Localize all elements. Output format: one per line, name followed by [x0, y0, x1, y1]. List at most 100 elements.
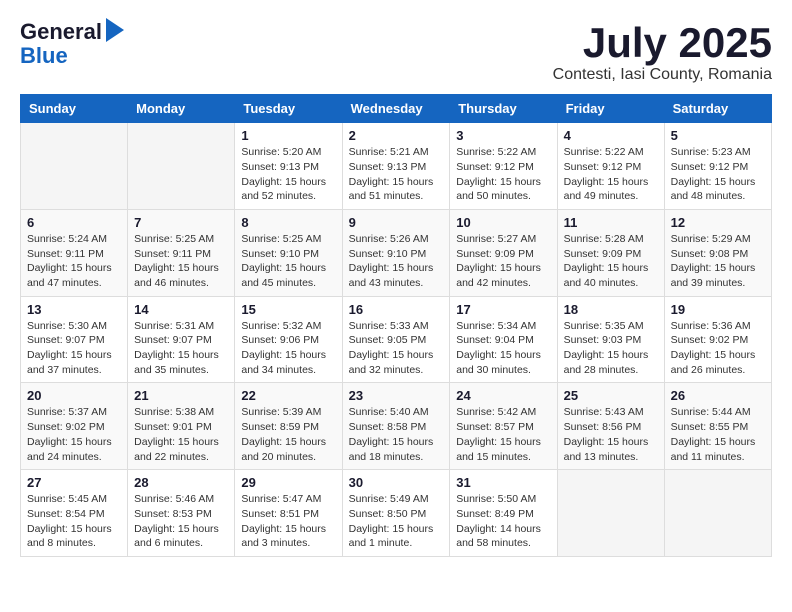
day-info: Sunrise: 5:22 AM Sunset: 9:12 PM Dayligh…: [564, 145, 658, 204]
day-number: 5: [671, 128, 765, 143]
page-header: General Blue July 2025 Contesti, Iasi Co…: [20, 20, 772, 84]
calendar-cell: 18 Sunrise: 5:35 AM Sunset: 9:03 PM Dayli…: [557, 296, 664, 383]
day-number: 21: [134, 388, 228, 403]
calendar-cell: 30 Sunrise: 5:49 AM Sunset: 8:50 PM Dayli…: [342, 470, 450, 557]
day-number: 12: [671, 215, 765, 230]
day-number: 15: [241, 302, 335, 317]
logo-blue: Blue: [20, 44, 124, 68]
location-subtitle: Contesti, Iasi County, Romania: [553, 66, 772, 84]
day-number: 19: [671, 302, 765, 317]
calendar-cell: 12 Sunrise: 5:29 AM Sunset: 9:08 PM Dayli…: [664, 209, 771, 296]
day-info: Sunrise: 5:32 AM Sunset: 9:06 PM Dayligh…: [241, 319, 335, 378]
day-number: 14: [134, 302, 228, 317]
day-info: Sunrise: 5:26 AM Sunset: 9:10 PM Dayligh…: [349, 232, 444, 291]
day-number: 26: [671, 388, 765, 403]
day-number: 27: [27, 475, 121, 490]
day-number: 7: [134, 215, 228, 230]
calendar-cell: 24 Sunrise: 5:42 AM Sunset: 8:57 PM Dayli…: [450, 383, 557, 470]
day-info: Sunrise: 5:43 AM Sunset: 8:56 PM Dayligh…: [564, 405, 658, 464]
day-info: Sunrise: 5:25 AM Sunset: 9:11 PM Dayligh…: [134, 232, 228, 291]
day-info: Sunrise: 5:40 AM Sunset: 8:58 PM Dayligh…: [349, 405, 444, 464]
day-info: Sunrise: 5:44 AM Sunset: 8:55 PM Dayligh…: [671, 405, 765, 464]
day-info: Sunrise: 5:37 AM Sunset: 9:02 PM Dayligh…: [27, 405, 121, 464]
calendar-week-row: 27 Sunrise: 5:45 AM Sunset: 8:54 PM Dayli…: [21, 470, 772, 557]
day-number: 25: [564, 388, 658, 403]
calendar-cell: 10 Sunrise: 5:27 AM Sunset: 9:09 PM Dayli…: [450, 209, 557, 296]
logo-general: General: [20, 20, 102, 44]
calendar-cell: 28 Sunrise: 5:46 AM Sunset: 8:53 PM Dayli…: [128, 470, 235, 557]
calendar-cell: 17 Sunrise: 5:34 AM Sunset: 9:04 PM Dayli…: [450, 296, 557, 383]
month-year-title: July 2025: [553, 20, 772, 66]
calendar-cell: 11 Sunrise: 5:28 AM Sunset: 9:09 PM Dayli…: [557, 209, 664, 296]
day-info: Sunrise: 5:29 AM Sunset: 9:08 PM Dayligh…: [671, 232, 765, 291]
day-info: Sunrise: 5:33 AM Sunset: 9:05 PM Dayligh…: [349, 319, 444, 378]
calendar-cell: 8 Sunrise: 5:25 AM Sunset: 9:10 PM Daylig…: [235, 209, 342, 296]
day-number: 18: [564, 302, 658, 317]
day-number: 10: [456, 215, 550, 230]
calendar-cell: [21, 123, 128, 210]
day-info: Sunrise: 5:49 AM Sunset: 8:50 PM Dayligh…: [349, 492, 444, 551]
day-number: 23: [349, 388, 444, 403]
day-info: Sunrise: 5:27 AM Sunset: 9:09 PM Dayligh…: [456, 232, 550, 291]
calendar-cell: 29Sunrise: 5:47 AM Sunset: 8:51 PM Dayli…: [235, 470, 342, 557]
day-info: Sunrise: 5:20 AM Sunset: 9:13 PM Dayligh…: [241, 145, 335, 204]
calendar-cell: 20 Sunrise: 5:37 AM Sunset: 9:02 PM Dayli…: [21, 383, 128, 470]
weekday-header-saturday: Saturday: [664, 95, 771, 123]
day-info: Sunrise: 5:45 AM Sunset: 8:54 PM Dayligh…: [27, 492, 121, 551]
day-info: Sunrise: 5:36 AM Sunset: 9:02 PM Dayligh…: [671, 319, 765, 378]
day-info: Sunrise: 5:28 AM Sunset: 9:09 PM Dayligh…: [564, 232, 658, 291]
calendar-cell: 23 Sunrise: 5:40 AM Sunset: 8:58 PM Dayli…: [342, 383, 450, 470]
calendar-cell: 13 Sunrise: 5:30 AM Sunset: 9:07 PM Dayli…: [21, 296, 128, 383]
weekday-header-thursday: Thursday: [450, 95, 557, 123]
calendar-cell: 16Sunrise: 5:33 AM Sunset: 9:05 PM Dayli…: [342, 296, 450, 383]
day-number: 13: [27, 302, 121, 317]
weekday-header-wednesday: Wednesday: [342, 95, 450, 123]
day-number: 17: [456, 302, 550, 317]
calendar-table: SundayMondayTuesdayWednesdayThursdayFrid…: [20, 94, 772, 557]
day-number: 1: [241, 128, 335, 143]
day-info: Sunrise: 5:25 AM Sunset: 9:10 PM Dayligh…: [241, 232, 335, 291]
calendar-cell: 9Sunrise: 5:26 AM Sunset: 9:10 PM Daylig…: [342, 209, 450, 296]
day-number: 8: [241, 215, 335, 230]
day-info: Sunrise: 5:50 AM Sunset: 8:49 PM Dayligh…: [456, 492, 550, 551]
calendar-cell: 6Sunrise: 5:24 AM Sunset: 9:11 PM Daylig…: [21, 209, 128, 296]
weekday-header-monday: Monday: [128, 95, 235, 123]
weekday-header-friday: Friday: [557, 95, 664, 123]
day-info: Sunrise: 5:23 AM Sunset: 9:12 PM Dayligh…: [671, 145, 765, 204]
calendar-cell: 22Sunrise: 5:39 AM Sunset: 8:59 PM Dayli…: [235, 383, 342, 470]
day-info: Sunrise: 5:35 AM Sunset: 9:03 PM Dayligh…: [564, 319, 658, 378]
logo-arrow-icon: [106, 18, 124, 42]
calendar-cell: 27 Sunrise: 5:45 AM Sunset: 8:54 PM Dayli…: [21, 470, 128, 557]
calendar-cell: 19 Sunrise: 5:36 AM Sunset: 9:02 PM Dayli…: [664, 296, 771, 383]
day-info: Sunrise: 5:34 AM Sunset: 9:04 PM Dayligh…: [456, 319, 550, 378]
day-number: 11: [564, 215, 658, 230]
day-info: Sunrise: 5:38 AM Sunset: 9:01 PM Dayligh…: [134, 405, 228, 464]
calendar-week-row: 1 Sunrise: 5:20 AM Sunset: 9:13 PM Daylig…: [21, 123, 772, 210]
calendar-cell: 14 Sunrise: 5:31 AM Sunset: 9:07 PM Dayli…: [128, 296, 235, 383]
day-info: Sunrise: 5:24 AM Sunset: 9:11 PM Dayligh…: [27, 232, 121, 291]
day-number: 28: [134, 475, 228, 490]
calendar-cell: [664, 470, 771, 557]
day-info: Sunrise: 5:22 AM Sunset: 9:12 PM Dayligh…: [456, 145, 550, 204]
calendar-cell: 1 Sunrise: 5:20 AM Sunset: 9:13 PM Daylig…: [235, 123, 342, 210]
day-info: Sunrise: 5:46 AM Sunset: 8:53 PM Dayligh…: [134, 492, 228, 551]
day-number: 30: [349, 475, 444, 490]
calendar-week-row: 13 Sunrise: 5:30 AM Sunset: 9:07 PM Dayli…: [21, 296, 772, 383]
day-number: 24: [456, 388, 550, 403]
calendar-cell: 21 Sunrise: 5:38 AM Sunset: 9:01 PM Dayli…: [128, 383, 235, 470]
calendar-cell: 7 Sunrise: 5:25 AM Sunset: 9:11 PM Daylig…: [128, 209, 235, 296]
calendar-cell: 5 Sunrise: 5:23 AM Sunset: 9:12 PM Daylig…: [664, 123, 771, 210]
calendar-cell: 15 Sunrise: 5:32 AM Sunset: 9:06 PM Dayli…: [235, 296, 342, 383]
day-number: 2: [349, 128, 444, 143]
day-number: 29: [241, 475, 335, 490]
day-number: 22: [241, 388, 335, 403]
calendar-cell: 4Sunrise: 5:22 AM Sunset: 9:12 PM Daylig…: [557, 123, 664, 210]
calendar-week-row: 6Sunrise: 5:24 AM Sunset: 9:11 PM Daylig…: [21, 209, 772, 296]
title-area: July 2025 Contesti, Iasi County, Romania: [553, 20, 772, 84]
day-info: Sunrise: 5:31 AM Sunset: 9:07 PM Dayligh…: [134, 319, 228, 378]
calendar-cell: [557, 470, 664, 557]
day-info: Sunrise: 5:30 AM Sunset: 9:07 PM Dayligh…: [27, 319, 121, 378]
day-info: Sunrise: 5:42 AM Sunset: 8:57 PM Dayligh…: [456, 405, 550, 464]
day-number: 3: [456, 128, 550, 143]
day-number: 20: [27, 388, 121, 403]
